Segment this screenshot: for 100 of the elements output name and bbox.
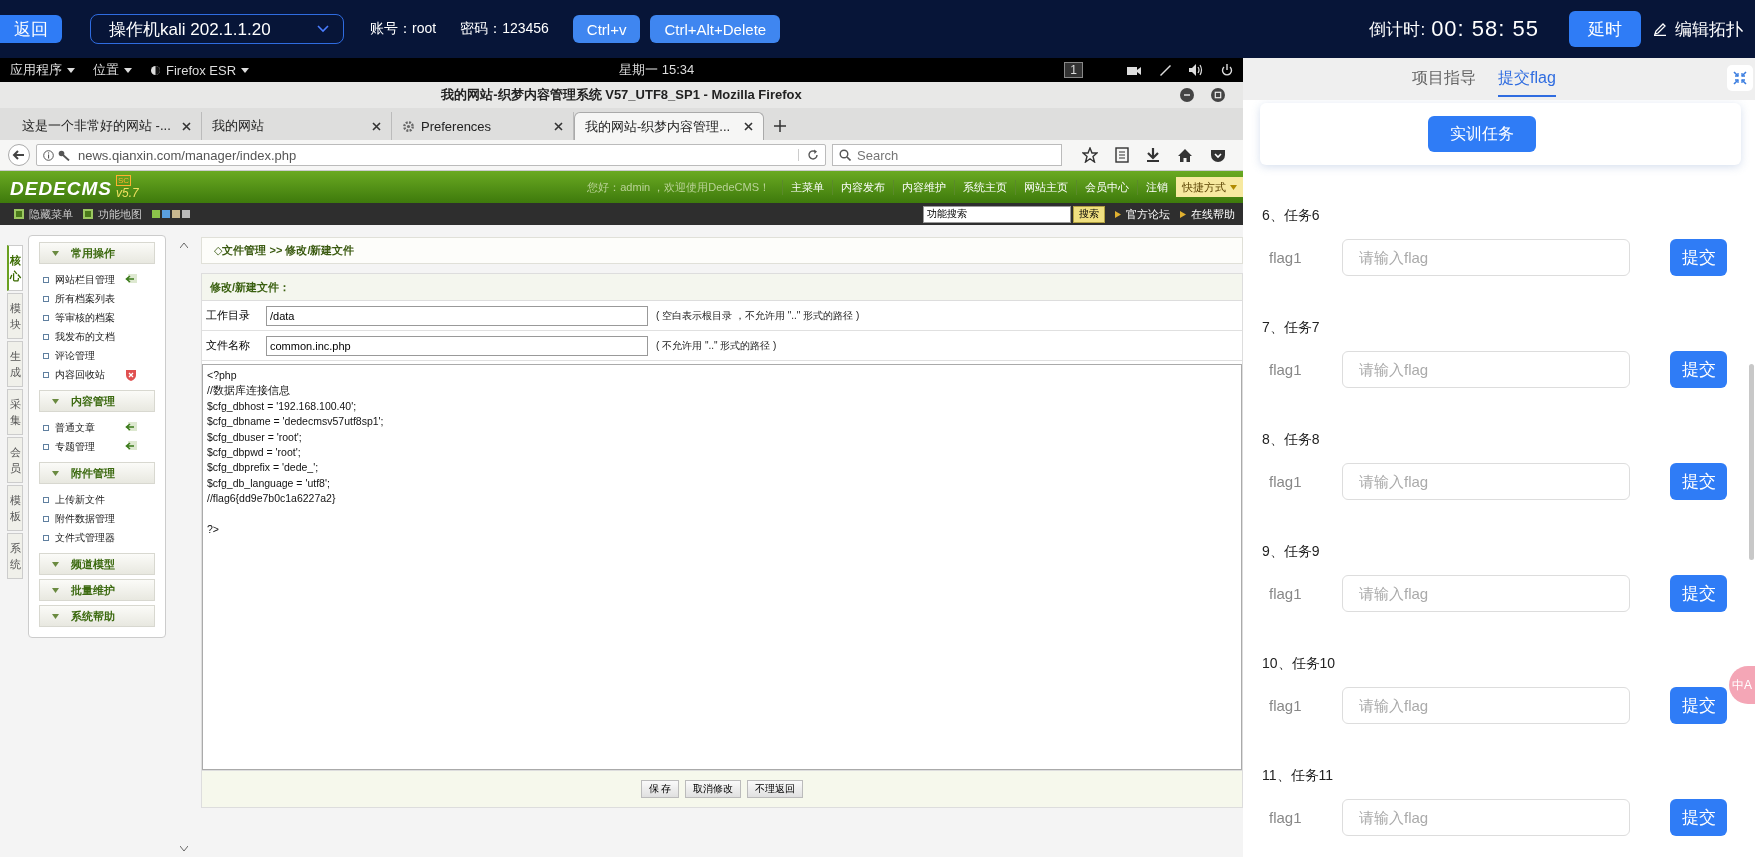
plus-icon[interactable]	[774, 120, 786, 132]
flag-label: flag1	[1268, 361, 1303, 378]
close-icon[interactable]	[744, 122, 753, 131]
menu-group-header[interactable]: 内容管理	[39, 390, 155, 412]
menu-item[interactable]: 上传新文件	[55, 492, 119, 507]
search-field[interactable]: 功能搜索	[923, 205, 1071, 223]
close-icon[interactable]	[554, 121, 563, 131]
minimize-icon[interactable]	[1180, 88, 1194, 102]
menu-item[interactable]: 内容回收站	[55, 367, 119, 382]
panel-tab[interactable]: 项目指导	[1412, 61, 1477, 97]
search-button[interactable]: 搜索	[1073, 205, 1105, 223]
form-button[interactable]: 取消修改	[685, 780, 742, 798]
code-editor[interactable]: <?php //数据库连接信息 $cfg_dbhost = '192.168.100.40'; $cfg_dbname = 'dedecmsv57utf8sp1'; $cfg_dbuser = 'root'; $cfg_dbpwd = 'root'; $cfg_dbprefix = 'dede_'; $cfg_db_language = 'utf8'; //flag6{dd9e7b0c1a6227a2} ?>	[202, 364, 1242, 770]
desktop-menu[interactable]: 应用程序	[10, 61, 75, 79]
menu-group-header[interactable]: 系统帮助	[39, 605, 155, 627]
desktop-menu[interactable]: Firefox ESR	[150, 62, 250, 78]
nav-link[interactable]: 网站主页	[1015, 179, 1076, 195]
menu-item[interactable]: 附件数据管理	[55, 511, 119, 526]
workspace-indicator[interactable]: 1	[1064, 62, 1083, 78]
quick-menu[interactable]: 快捷方式	[1176, 177, 1243, 197]
flag-input[interactable]: 请输入flag	[1342, 239, 1630, 276]
panel-tab[interactable]: 提交flag	[1498, 61, 1556, 97]
toolbar-link[interactable]: 隐藏菜单	[29, 206, 73, 222]
menu-item[interactable]: 文件式管理器	[55, 530, 119, 545]
menu-item[interactable]: 网站栏目管理	[55, 272, 119, 287]
color-swatches-icon[interactable]	[152, 210, 190, 218]
submit-button[interactable]: 提交	[1670, 239, 1727, 276]
menu-group-header[interactable]: 附件管理	[39, 462, 155, 484]
reload-icon[interactable]	[798, 149, 819, 161]
close-icon[interactable]	[372, 121, 381, 131]
side-tab[interactable]: 生成	[7, 341, 23, 387]
nav-link[interactable]: 内容发布	[832, 179, 893, 195]
collapse-button[interactable]	[1727, 65, 1753, 91]
browser-tab[interactable]: 我的网站-织梦内容管理...	[574, 112, 764, 140]
back-button[interactable]: 返回	[0, 15, 62, 43]
key-button[interactable]: Ctrl+v	[572, 15, 641, 43]
menu-item[interactable]: 所有档案列表	[55, 291, 119, 306]
bullet-icon	[43, 534, 49, 541]
input-field[interactable]: /data	[266, 305, 648, 326]
flag-input[interactable]: 请输入flag	[1342, 463, 1630, 500]
input-field[interactable]: common.inc.php	[266, 335, 648, 356]
add-arrow-icon[interactable]	[125, 440, 137, 453]
extend-button[interactable]: 延时	[1569, 11, 1641, 47]
form-button[interactable]: 保 存	[640, 780, 680, 798]
side-tab[interactable]: 系统	[7, 533, 23, 579]
menu-item[interactable]: 专题管理	[55, 439, 119, 454]
flag-input[interactable]: 请输入flag	[1342, 575, 1630, 612]
flag-input[interactable]: 请输入flag	[1342, 351, 1630, 388]
password-label: 密码：123456	[460, 20, 549, 38]
submit-button[interactable]: 提交	[1670, 463, 1727, 500]
star-icon[interactable]	[1082, 147, 1098, 163]
address-bar[interactable]: news.qianxin.com/manager/index.php	[36, 144, 826, 166]
search-field[interactable]: Search	[832, 144, 1062, 166]
shield-icon[interactable]	[125, 368, 137, 381]
scroll-down-icon[interactable]	[179, 846, 188, 851]
side-tab[interactable]: 会员	[7, 437, 23, 483]
scroll-up-icon[interactable]	[179, 243, 188, 248]
submit-button[interactable]: 提交	[1670, 575, 1727, 612]
clock: 星期一 15:34	[619, 61, 695, 79]
chevron-down-icon	[317, 25, 329, 33]
edit-topology-link[interactable]: 编辑拓扑	[1675, 17, 1743, 41]
menu-item[interactable]: 普通文章	[55, 420, 119, 435]
flag-input[interactable]: 请输入flag	[1342, 799, 1630, 836]
key-button[interactable]: Ctrl+Alt+Delete	[650, 15, 781, 43]
bookmarks-icon[interactable]	[1115, 147, 1129, 163]
flag-label: flag1	[1268, 697, 1303, 714]
submit-button[interactable]: 提交	[1670, 687, 1727, 724]
side-tab[interactable]: 模板	[7, 485, 23, 531]
help-link[interactable]: 在线帮助	[1191, 206, 1235, 222]
scrollbar-thumb[interactable]	[1749, 364, 1754, 560]
flag-input[interactable]: 请输入flag	[1342, 687, 1630, 724]
menu-item[interactable]: 评论管理	[55, 348, 119, 363]
menu-item[interactable]: 我发布的文档	[55, 329, 119, 344]
nav-link[interactable]: 会员中心	[1076, 179, 1137, 195]
submit-button[interactable]: 提交	[1670, 351, 1727, 388]
side-tab[interactable]: 采集	[7, 389, 23, 435]
search-icon	[839, 149, 851, 161]
maximize-icon[interactable]	[1211, 88, 1225, 102]
side-tab[interactable]: 核心	[7, 245, 23, 291]
nav-link[interactable]: 内容维护	[893, 179, 954, 195]
submit-button[interactable]: 提交	[1670, 799, 1727, 836]
menu-group-header[interactable]: 频道模型	[39, 553, 155, 575]
home-icon[interactable]	[1177, 147, 1193, 163]
side-tab[interactable]: 模块	[7, 293, 23, 339]
desktop-menu[interactable]: 位置	[93, 61, 132, 79]
menu-item[interactable]: 等审核的档案	[55, 310, 119, 325]
pocket-icon[interactable]	[1210, 147, 1226, 163]
nav-link[interactable]: 主菜单	[782, 179, 832, 195]
help-link[interactable]: 官方论坛	[1126, 206, 1170, 222]
toolbar-link[interactable]: 功能地图	[98, 206, 142, 222]
close-icon[interactable]	[182, 121, 191, 131]
task-button[interactable]: 实训任务	[1427, 116, 1536, 152]
machine-select[interactable]: 操作机kali 202.1.1.20	[90, 14, 344, 44]
menu-group-header[interactable]: 常用操作	[39, 242, 155, 264]
add-arrow-icon[interactable]	[125, 421, 137, 434]
download-icon[interactable]	[1146, 147, 1160, 163]
nav-link[interactable]: 系统主页	[954, 179, 1015, 195]
menu-group-header[interactable]: 批量维护	[39, 579, 155, 601]
form-button[interactable]: 不理返回	[747, 780, 804, 798]
add-arrow-icon[interactable]	[125, 273, 137, 286]
